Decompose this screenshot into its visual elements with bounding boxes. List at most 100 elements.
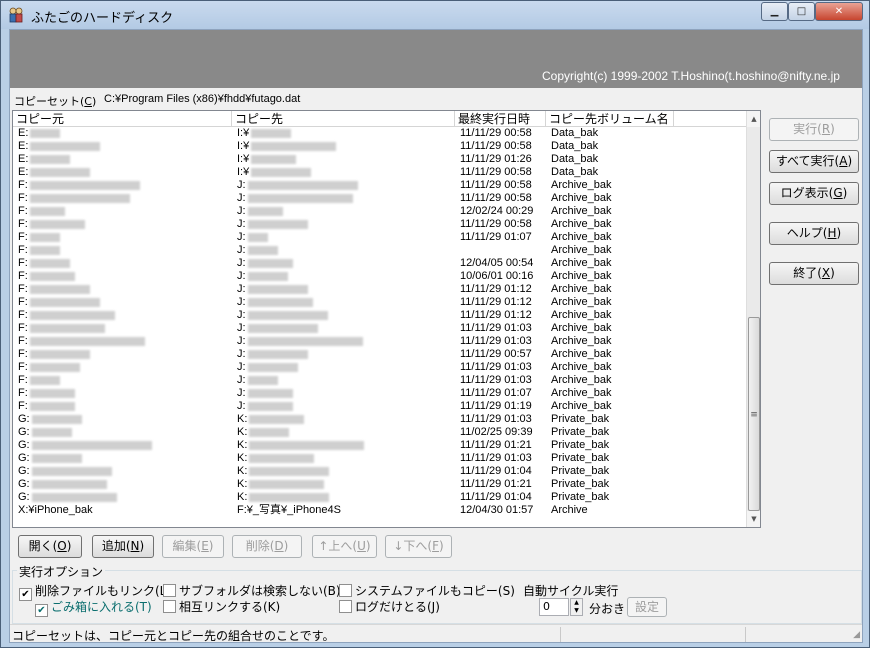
- table-row[interactable]: F: J: 10/06/01 00:16 Archive_bak: [13, 270, 746, 283]
- table-row[interactable]: F: J: 11/11/29 00:58 Archive_bak: [13, 192, 746, 205]
- cell-volume: Private_bak: [551, 478, 610, 490]
- recycle-bin-checkbox[interactable]: ✔ ごみ箱に入れる(T): [35, 598, 152, 617]
- add-button[interactable]: 追加(N): [92, 535, 154, 558]
- resize-grip-icon[interactable]: ◢: [853, 630, 860, 640]
- redacted-path: [29, 310, 115, 320]
- cell-volume: Archive_bak: [551, 400, 612, 412]
- log-only-checkbox[interactable]: ログだけとる(J): [339, 598, 440, 615]
- mutual-link-checkbox[interactable]: 相互リンクする(K): [163, 598, 280, 615]
- copyset-list[interactable]: コピー元 コピー先 最終実行日時 コピー先ボリューム名 E: I:¥ 11/11/2…: [12, 110, 761, 528]
- table-row[interactable]: F: J: 12/04/05 00:54 Archive_bak: [13, 257, 746, 270]
- table-row[interactable]: F: J: 11/11/29 01:12 Archive_bak: [13, 296, 746, 309]
- title-bar[interactable]: ふたごのハードディスク ▁ □ ✕: [1, 1, 869, 29]
- scroll-thumb[interactable]: ≡: [748, 317, 760, 511]
- checkbox-box[interactable]: ✔: [19, 588, 32, 601]
- no-subfolder-search-checkbox[interactable]: サブフォルダは検索しない(B): [163, 582, 341, 599]
- checkbox-box[interactable]: ✔: [35, 604, 48, 617]
- minimize-button[interactable]: ▁: [761, 2, 788, 21]
- vertical-scrollbar[interactable]: ▲ ≡ ▼: [746, 111, 760, 527]
- table-row[interactable]: F: J: Archive_bak: [13, 244, 746, 257]
- table-row[interactable]: G: K: 11/02/25 09:39 Private_bak: [13, 426, 746, 439]
- checkbox-box[interactable]: [339, 584, 352, 597]
- redacted-path: [247, 271, 288, 281]
- table-row[interactable]: G: K: 11/11/29 01:04 Private_bak: [13, 491, 746, 504]
- redacted-path: [29, 206, 65, 216]
- table-row[interactable]: E: I:¥ 11/11/29 00:58 Data_bak: [13, 127, 746, 140]
- set-button[interactable]: 設定: [627, 597, 667, 617]
- edit-button[interactable]: 編集(E): [162, 535, 224, 558]
- help-button[interactable]: ヘルプ(H): [769, 222, 859, 245]
- interval-input[interactable]: 0: [539, 598, 569, 616]
- table-row[interactable]: G: K: 11/11/29 01:21 Private_bak: [13, 439, 746, 452]
- column-header-last-run[interactable]: 最終実行日時: [455, 111, 546, 127]
- run-all-button[interactable]: すべて実行(A): [769, 150, 859, 173]
- redacted-path: [249, 453, 315, 463]
- table-row[interactable]: E: I:¥ 11/11/29 00:58 Data_bak: [13, 166, 746, 179]
- stepper-down-icon[interactable]: ▼: [574, 607, 579, 614]
- table-row[interactable]: F: J: 11/11/29 00:57 Archive_bak: [13, 348, 746, 361]
- column-header-source[interactable]: コピー元: [13, 111, 232, 127]
- copy-system-files-checkbox[interactable]: システムファイルもコピー(S): [339, 582, 515, 599]
- scroll-up-icon[interactable]: ▲: [747, 111, 760, 127]
- show-log-button[interactable]: ログ表示(G): [769, 182, 859, 205]
- cell-destination: J:: [237, 244, 278, 257]
- table-row[interactable]: E: I:¥ 11/11/29 01:26 Data_bak: [13, 153, 746, 166]
- table-row[interactable]: E: I:¥ 11/11/29 00:58 Data_bak: [13, 140, 746, 153]
- checkbox-box[interactable]: [163, 600, 176, 613]
- cell-volume: Private_bak: [551, 426, 610, 438]
- cell-volume: Archive_bak: [551, 270, 612, 282]
- checkbox-box[interactable]: [163, 584, 176, 597]
- cell-last-run: 11/11/29 01:26: [460, 153, 532, 165]
- exit-button[interactable]: 終了(X): [769, 262, 859, 285]
- table-row[interactable]: F: J: 11/11/29 01:12 Archive_bak: [13, 283, 746, 296]
- redacted-path: [247, 388, 293, 398]
- cell-volume: Private_bak: [551, 413, 610, 425]
- cell-destination: J:: [237, 192, 353, 205]
- open-button[interactable]: 開く(O): [18, 535, 82, 558]
- table-row[interactable]: F: J: 11/11/29 00:58 Archive_bak: [13, 218, 746, 231]
- table-row[interactable]: G: K: 11/11/29 01:04 Private_bak: [13, 465, 746, 478]
- move-up-button[interactable]: ↑上へ(U): [312, 535, 377, 558]
- table-row[interactable]: X:¥iPhone_bak F:¥_写真¥_iPhone4S 12/04/30 01…: [13, 504, 746, 517]
- interval-stepper[interactable]: ▲ ▼: [570, 598, 583, 616]
- cell-destination: I:¥: [237, 140, 337, 153]
- checkbox-box[interactable]: [339, 600, 352, 613]
- table-row[interactable]: F: J: 11/11/29 01:12 Archive_bak: [13, 309, 746, 322]
- table-row[interactable]: G: K: 11/11/29 01:03 Private_bak: [13, 452, 746, 465]
- cell-volume: Archive_bak: [551, 335, 612, 347]
- table-row[interactable]: F: J: 11/11/29 01:03 Archive_bak: [13, 322, 746, 335]
- scroll-down-icon[interactable]: ▼: [747, 511, 760, 527]
- table-row[interactable]: G: K: 11/11/29 01:03 Private_bak: [13, 413, 746, 426]
- redacted-path: [249, 440, 365, 450]
- cell-source: G:: [18, 491, 117, 504]
- redacted-path: [247, 180, 358, 190]
- table-row[interactable]: F: J: 11/11/29 00:58 Archive_bak: [13, 179, 746, 192]
- table-row[interactable]: F: J: 12/02/24 00:29 Archive_bak: [13, 205, 746, 218]
- table-row[interactable]: F: J: 11/11/29 01:07 Archive_bak: [13, 387, 746, 400]
- run-button[interactable]: 実行(R): [769, 118, 859, 141]
- table-row[interactable]: F: J: 11/11/29 01:03 Archive_bak: [13, 374, 746, 387]
- move-down-button[interactable]: ↓下へ(F): [385, 535, 452, 558]
- redacted-path: [29, 375, 60, 385]
- table-row[interactable]: G: K: 11/11/29 01:21 Private_bak: [13, 478, 746, 491]
- cell-source: F:: [18, 400, 75, 413]
- delete-button[interactable]: 削除(D): [232, 535, 302, 558]
- table-row[interactable]: F: J: 11/11/29 01:07 Archive_bak: [13, 231, 746, 244]
- column-header-volume[interactable]: コピー先ボリューム名: [546, 111, 674, 127]
- cell-source: X:¥iPhone_bak: [18, 504, 93, 516]
- cell-volume: Archive_bak: [551, 283, 612, 295]
- table-row[interactable]: F: J: 11/11/29 01:19 Archive_bak: [13, 400, 746, 413]
- stepper-up-icon[interactable]: ▲: [574, 599, 579, 606]
- cell-destination: F:¥_写真¥_iPhone4S: [237, 504, 341, 516]
- redacted-path: [251, 141, 337, 151]
- table-row[interactable]: F: J: 11/11/29 01:03 Archive_bak: [13, 335, 746, 348]
- redacted-path: [29, 401, 75, 411]
- window-title: ふたごのハードディスク: [31, 11, 174, 26]
- table-row[interactable]: F: J: 11/11/29 01:03 Archive_bak: [13, 361, 746, 374]
- maximize-button[interactable]: □: [788, 2, 815, 21]
- cell-last-run: 11/11/29 00:57: [460, 348, 532, 360]
- column-header-destination[interactable]: コピー先: [232, 111, 455, 127]
- close-button[interactable]: ✕: [815, 2, 863, 21]
- cell-destination: K:: [237, 465, 330, 478]
- app-window: ふたごのハードディスク ▁ □ ✕ Copyright(c) 1999-2002…: [0, 0, 870, 648]
